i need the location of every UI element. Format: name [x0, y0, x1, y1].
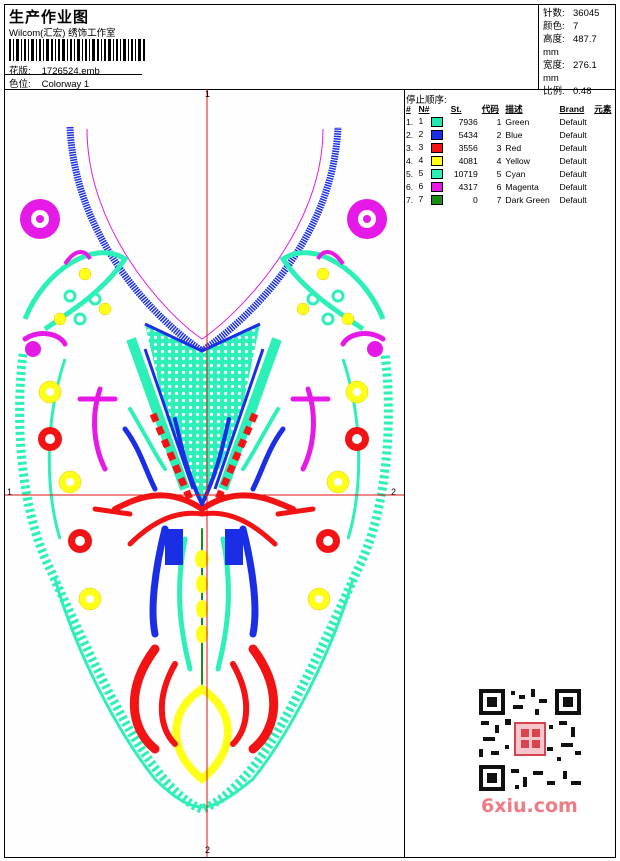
stop-index: 6.: [406, 181, 414, 192]
stitch-count: 3556: [458, 142, 478, 153]
element-cell: [592, 193, 616, 206]
axis-label-top: 1: [205, 89, 211, 99]
needle-number-value: 5: [418, 168, 424, 179]
stitch-count: 4317: [458, 181, 478, 192]
axis-label-left: 1: [7, 487, 13, 497]
axis-label-right: 2: [391, 487, 397, 497]
thread-brand: Default: [559, 194, 587, 205]
needle-number: 1: [416, 115, 448, 128]
element-cell: [592, 115, 616, 128]
color-code: 4: [496, 155, 502, 166]
needle-number-value: 4: [418, 155, 424, 166]
watermark-text: 6xiu.com: [481, 795, 578, 817]
color-description: Cyan: [505, 168, 526, 179]
page-title: 生产作业图: [9, 8, 90, 26]
stat-stitches: 针数: 36045: [543, 8, 600, 19]
stat-scale: 比例: 0.48: [543, 86, 592, 97]
thread-brand: Default: [559, 142, 587, 153]
stop-index: 3.: [406, 142, 414, 153]
stop-index: 7.: [406, 194, 414, 205]
stitch-count: 7936: [458, 116, 478, 127]
needle-number-value: 2: [418, 129, 424, 140]
stitch-count: 10719: [453, 168, 478, 179]
needle-number-value: 3: [418, 142, 424, 153]
color-swatch: [431, 116, 444, 127]
element-cell: [592, 167, 616, 180]
stop-index: 1.: [406, 116, 414, 127]
color-stop-row: 6. 6 4317 6 Magenta Default: [404, 180, 616, 193]
axis-label-bottom: 2: [205, 845, 211, 855]
color-code: 5: [496, 168, 502, 179]
thread-brand: Default: [559, 129, 587, 140]
qr-code: [475, 685, 585, 795]
color-swatch: [431, 168, 444, 179]
needle-number-value: 1: [418, 116, 424, 127]
stat-height: 高度: 487.7 mm: [543, 34, 597, 58]
color-swatch: [431, 155, 444, 166]
color-swatch: [431, 129, 444, 140]
needle-number: 2: [416, 128, 448, 141]
stat-colors: 颜色: 7: [543, 21, 579, 32]
color-code: 6: [496, 181, 502, 192]
table-header: # N# St. 代码 描述 Brand 元素: [406, 103, 612, 114]
stop-index: 4.: [406, 155, 414, 166]
element-cell: [592, 154, 616, 167]
stop-index: 2.: [406, 129, 414, 140]
color-description: Red: [505, 142, 522, 153]
needle-number: 4: [416, 154, 448, 167]
color-code: 7: [496, 194, 502, 205]
color-swatch: [431, 142, 444, 153]
element-cell: [592, 141, 616, 154]
color-stop-row: 2. 2 5434 2 Blue Default: [404, 128, 616, 141]
color-code: 3: [496, 142, 502, 153]
stat-width: 宽度: 276.1 mm: [543, 60, 597, 84]
needle-number: 6: [416, 180, 448, 193]
barcode: [9, 39, 145, 61]
stitch-count: 5434: [458, 129, 478, 140]
thread-brand: Default: [559, 168, 587, 179]
color-stop-row: 7. 7 0 7 Dark Green Default: [404, 193, 616, 206]
needle-number-value: 7: [418, 194, 424, 205]
color-code: 2: [496, 129, 502, 140]
color-stop-row: 3. 3 3556 3 Red Default: [404, 141, 616, 154]
stitch-count: 4081: [458, 155, 478, 166]
studio-name: Wilcom(汇宏) 绣饰工作室: [9, 28, 116, 39]
element-cell: [592, 128, 616, 141]
design-stats: 针数: 36045 颜色: 7 高度: 487.7 mm 宽度: 276.1 mm 比例…: [543, 7, 615, 98]
color-description: Magenta: [505, 181, 539, 192]
color-swatch: [431, 194, 444, 205]
thread-brand: Default: [559, 155, 587, 166]
color-code: 1: [496, 116, 502, 127]
color-stop-table: # N# St. 代码 描述 Brand 元素 1. 1 7936 1 Green Def…: [404, 102, 616, 206]
thread-brand: Default: [559, 181, 587, 192]
needle-number: 7: [416, 193, 448, 206]
color-swatch: [431, 181, 444, 192]
needle-number-value: 6: [418, 181, 424, 192]
needle-number: 5: [416, 167, 448, 180]
embroidery-preview: 1 2 1 2: [5, 89, 404, 857]
colorway-row: 色位: Colorway 1: [9, 76, 89, 90]
color-stop-row: 1. 1 7936 1 Green Default: [404, 115, 616, 128]
stop-index: 5.: [406, 168, 414, 179]
needle-number: 3: [416, 141, 448, 154]
element-cell: [592, 180, 616, 193]
thread-brand: Default: [559, 116, 587, 127]
colorway-label: 色位:: [9, 79, 31, 90]
color-description: Green: [505, 116, 530, 127]
color-description: Blue: [505, 129, 523, 140]
embroidery-design: [5, 89, 404, 857]
color-stop-row: 5. 5 10719 5 Cyan Default: [404, 167, 616, 180]
color-description: Yellow: [505, 155, 530, 166]
stitch-count: 0: [472, 194, 478, 205]
color-description: Dark Green: [505, 194, 550, 205]
color-stop-row: 4. 4 4081 4 Yellow Default: [404, 154, 616, 167]
